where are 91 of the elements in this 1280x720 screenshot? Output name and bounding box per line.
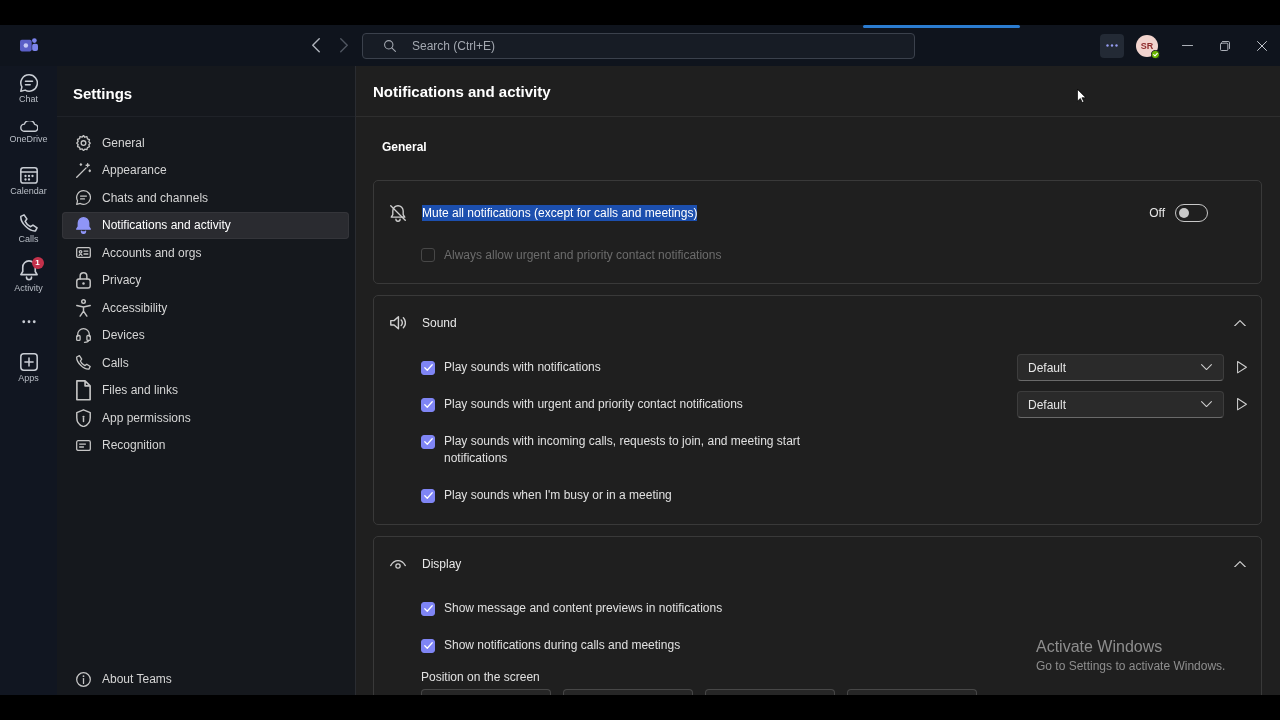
phone-icon [76, 355, 91, 371]
magic-wand-icon [76, 162, 91, 178]
activation-notice-text: Go to Settings to activate Windows. [1036, 658, 1226, 674]
app-bar-item[interactable]: Apps [0, 345, 57, 392]
checkbox[interactable] [421, 601, 435, 616]
checkbox[interactable] [421, 397, 435, 412]
option-label: Play sounds with notifications [444, 359, 601, 376]
accessibility-icon [76, 298, 91, 317]
sound-dropdown[interactable]: Default [1017, 391, 1224, 418]
info-icon [76, 671, 91, 687]
page-title: Notifications and activity [373, 82, 551, 100]
eye-icon [390, 559, 406, 569]
speaker-icon [390, 316, 406, 330]
option-label: Play sounds with urgent and priority contact notifications [444, 396, 743, 413]
activation-notice-title: Activate Windows [1036, 637, 1163, 657]
lock-icon [76, 271, 91, 289]
option-label: Play sounds with incoming calls, requests to join, and meeting start notifications [444, 433, 802, 467]
checkmark-icon [423, 605, 433, 612]
chevron-down-icon [1201, 364, 1212, 371]
settings-nav-item[interactable]: General [62, 129, 349, 157]
settings-nav-item[interactable]: Notifications and activity [62, 211, 349, 239]
field-label: Position on the screen [421, 669, 540, 686]
checkmark-icon [423, 364, 433, 371]
sound-dropdown[interactable]: Default [1017, 354, 1224, 381]
settings-nav-item[interactable]: Devices [62, 321, 349, 349]
settings-nav-item[interactable]: Calls [62, 349, 349, 377]
minimize-icon[interactable] [1182, 44, 1193, 47]
checkbox[interactable] [421, 434, 435, 449]
settings-nav-item[interactable]: Privacy [62, 266, 349, 294]
chat-bubble-icon [19, 74, 38, 92]
back-icon[interactable] [312, 38, 320, 53]
app-bar-item[interactable]: 1 Activity [0, 252, 57, 299]
cursor-icon [1077, 89, 1086, 103]
search-icon [384, 39, 396, 52]
settings-title: Settings [73, 85, 133, 102]
section-title: Display [422, 557, 462, 571]
more-options-button[interactable] [1100, 33, 1124, 58]
id-card-icon [76, 247, 91, 259]
app-bar-item[interactable]: Chat [0, 66, 57, 113]
option-label: Show message and content previews in notifications [444, 600, 723, 617]
group-title: General [382, 139, 427, 155]
checkbox[interactable] [421, 360, 435, 375]
app-logo-icon[interactable] [19, 37, 38, 54]
option-label: Play sounds when I'm busy or in a meeting [444, 487, 672, 504]
settings-nav-item[interactable]: About Teams [62, 665, 349, 693]
shield-icon [76, 408, 91, 427]
option-label: Always allow urgent and priority contact notifications [444, 246, 722, 264]
bell-icon [76, 216, 91, 234]
app-bar-item[interactable]: Calls [0, 205, 57, 252]
settings-nav-item[interactable]: Accessibility [62, 294, 349, 322]
cloud-icon [19, 120, 38, 132]
section-title: Sound [422, 316, 457, 330]
chat-bubble-icon [76, 190, 91, 206]
checkmark-icon [423, 492, 433, 499]
phone-icon [19, 213, 38, 232]
more-icon [1106, 44, 1118, 47]
card-icon [76, 439, 91, 451]
play-icon[interactable] [1237, 361, 1247, 374]
app-bar-item[interactable]: OneDrive [0, 112, 57, 159]
checkmark-icon [423, 642, 433, 649]
settings-nav-item[interactable]: App permissions [62, 404, 349, 432]
settings-nav-item[interactable]: Chats and channels [62, 184, 349, 212]
checkmark-icon [423, 438, 433, 445]
chevron-down-icon [1201, 401, 1212, 408]
restore-icon[interactable] [1219, 40, 1230, 51]
checkmark-icon [423, 401, 433, 408]
chevron-up-icon[interactable] [1234, 560, 1246, 568]
checkbox[interactable] [421, 638, 435, 653]
checkbox[interactable] [421, 488, 435, 503]
settings-nav-item[interactable]: Appearance [62, 156, 349, 184]
notification-badge: 1 [31, 257, 44, 269]
play-icon[interactable] [1237, 398, 1247, 411]
settings-icon [76, 134, 91, 151]
headset-icon [76, 327, 91, 343]
option-label: Show notifications during calls and meetings [444, 637, 681, 654]
add-square-icon [19, 353, 38, 371]
settings-nav-item[interactable]: Files and links [62, 376, 349, 404]
toggle-state-label: Off [1149, 206, 1165, 220]
file-icon [76, 379, 91, 401]
chevron-up-icon[interactable] [1234, 319, 1246, 327]
settings-nav-item[interactable]: Accounts and orgs [62, 239, 349, 267]
profile-avatar[interactable]: SR [1136, 34, 1158, 57]
calendar-icon [19, 167, 38, 184]
app-bar-item[interactable]: Calendar [0, 159, 57, 206]
close-icon[interactable] [1256, 40, 1267, 51]
setting-label: Mute all notifications (except for calls and meetings) [422, 205, 698, 221]
settings-nav-item[interactable]: Recognition [62, 431, 349, 459]
more-icon[interactable] [21, 320, 36, 324]
bell-icon [19, 260, 38, 281]
search-field[interactable]: Search (Ctrl+E) [362, 32, 915, 59]
bell-off-icon [390, 204, 406, 222]
